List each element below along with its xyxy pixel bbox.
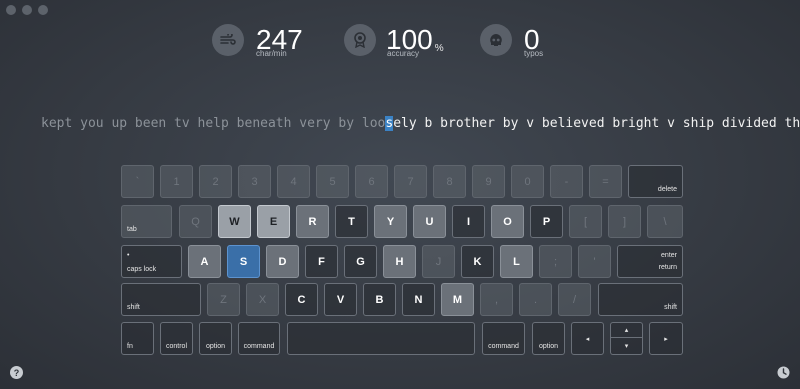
key-x[interactable]: X — [246, 283, 279, 316]
key-9[interactable]: 9 — [472, 165, 505, 198]
accuracy-stat: 100 % accuracy — [344, 16, 480, 64]
key-semicolon[interactable]: ; — [539, 245, 572, 278]
typos-label: typos — [524, 49, 544, 58]
key-a[interactable]: A — [188, 245, 221, 278]
arrow-up-down-group: ▴ ▾ — [610, 322, 643, 355]
minimize-window-button[interactable] — [22, 5, 32, 15]
history-icon[interactable] — [777, 366, 790, 379]
speed-stat: 247 char/min — [212, 16, 344, 64]
caps-lock-indicator: • — [127, 252, 130, 259]
key-s[interactable]: S — [227, 245, 260, 278]
key-comma[interactable]: , — [480, 283, 513, 316]
key-o[interactable]: O — [491, 205, 524, 238]
accuracy-label: accuracy — [387, 49, 420, 58]
stats-bar: 247 char/min 100 % accuracy 0 typos — [212, 16, 544, 64]
key-minus[interactable]: - — [550, 165, 583, 198]
key-h[interactable]: H — [383, 245, 416, 278]
key-q[interactable]: Q — [179, 205, 212, 238]
return-label: return — [658, 263, 677, 271]
speed-label: char/min — [256, 49, 287, 58]
key-f[interactable]: F — [305, 245, 338, 278]
key-period[interactable]: . — [519, 283, 552, 316]
key-right-command[interactable]: command — [482, 322, 525, 355]
key-3[interactable]: 3 — [238, 165, 271, 198]
key-e[interactable]: E — [257, 205, 290, 238]
zoom-window-button[interactable] — [38, 5, 48, 15]
key-quote[interactable]: ' — [578, 245, 611, 278]
key-r[interactable]: R — [296, 205, 329, 238]
key-arrow-up[interactable]: ▴ — [610, 322, 643, 338]
key-left-command[interactable]: command — [238, 322, 280, 355]
key-b[interactable]: B — [363, 283, 396, 316]
key-left-option[interactable]: option — [199, 322, 232, 355]
key-v[interactable]: V — [324, 283, 357, 316]
key-arrow-down[interactable]: ▾ — [610, 338, 643, 355]
key-p[interactable]: P — [530, 205, 563, 238]
key-d[interactable]: D — [266, 245, 299, 278]
caps-lock-label: caps lock — [127, 266, 157, 273]
typing-text: kept you up been tv help beneath very by… — [41, 116, 800, 132]
key-enter[interactable]: enter return — [617, 245, 683, 278]
key-left-shift[interactable]: shift — [121, 283, 201, 316]
key-backtick[interactable]: ` — [121, 165, 154, 198]
key-k[interactable]: K — [461, 245, 494, 278]
key-1[interactable]: 1 — [160, 165, 193, 198]
remaining-text: ely b brother by v believed bright v shi… — [393, 116, 800, 131]
key-t[interactable]: T — [335, 205, 368, 238]
key-w[interactable]: W — [218, 205, 251, 238]
key-slash[interactable]: / — [558, 283, 591, 316]
medal-icon — [344, 24, 376, 56]
key-right-shift[interactable]: shift — [598, 283, 683, 316]
help-button[interactable]: ? — [10, 366, 23, 379]
key-z[interactable]: Z — [207, 283, 240, 316]
key-left-bracket[interactable]: [ — [569, 205, 602, 238]
key-c[interactable]: C — [285, 283, 318, 316]
key-caps-lock[interactable]: • caps lock — [121, 245, 182, 278]
key-i[interactable]: I — [452, 205, 485, 238]
key-8[interactable]: 8 — [433, 165, 466, 198]
key-fn[interactable]: fn — [121, 322, 154, 355]
accuracy-unit: % — [434, 43, 444, 54]
key-arrow-right[interactable]: ▸ — [649, 322, 683, 355]
key-right-option[interactable]: option — [532, 322, 565, 355]
wind-icon — [212, 24, 244, 56]
key-right-bracket[interactable]: ] — [608, 205, 641, 238]
enter-label: enter — [661, 251, 677, 259]
typos-stat: 0 typos — [480, 16, 544, 64]
key-0[interactable]: 0 — [511, 165, 544, 198]
key-5[interactable]: 5 — [316, 165, 349, 198]
key-m[interactable]: M — [441, 283, 474, 316]
key-4[interactable]: 4 — [277, 165, 310, 198]
key-delete[interactable]: delete — [628, 165, 683, 198]
key-equals[interactable]: = — [589, 165, 622, 198]
key-l[interactable]: L — [500, 245, 533, 278]
key-backslash[interactable]: \ — [647, 205, 683, 238]
key-2[interactable]: 2 — [199, 165, 232, 198]
window-controls — [6, 5, 48, 15]
skull-icon — [480, 24, 512, 56]
key-y[interactable]: Y — [374, 205, 407, 238]
typed-text: kept you up been tv help beneath very by… — [41, 116, 386, 131]
close-window-button[interactable] — [6, 5, 16, 15]
key-n[interactable]: N — [402, 283, 435, 316]
key-6[interactable]: 6 — [355, 165, 388, 198]
key-u[interactable]: U — [413, 205, 446, 238]
key-j[interactable]: J — [422, 245, 455, 278]
key-arrow-left[interactable]: ◂ — [571, 322, 604, 355]
key-g[interactable]: G — [344, 245, 377, 278]
key-7[interactable]: 7 — [394, 165, 427, 198]
key-tab[interactable]: tab — [121, 205, 172, 238]
key-left-control[interactable]: control — [160, 322, 193, 355]
key-space[interactable] — [287, 322, 475, 355]
